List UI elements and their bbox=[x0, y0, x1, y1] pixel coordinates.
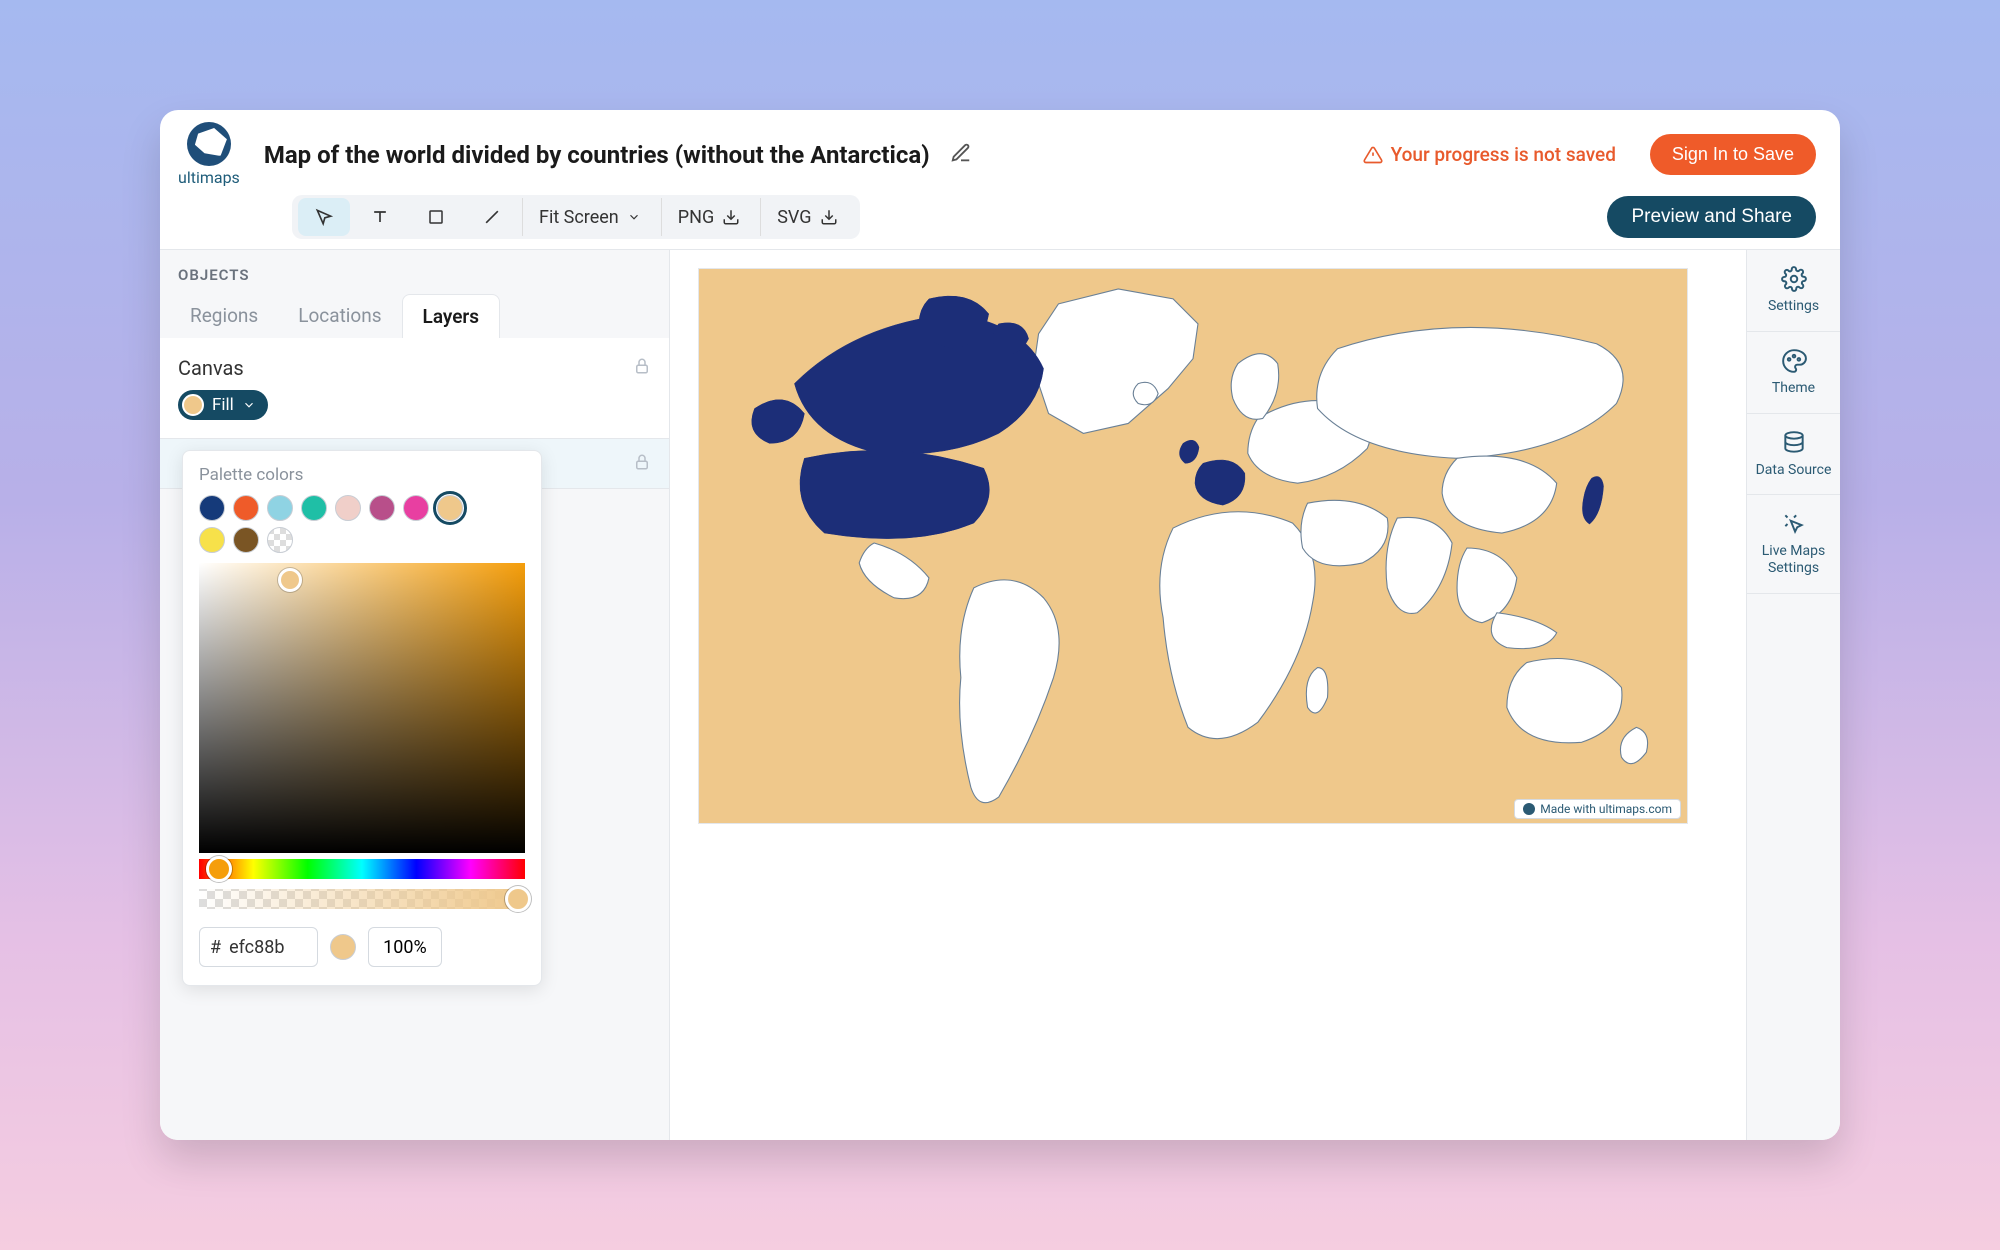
saturation-value-area[interactable] bbox=[199, 563, 525, 853]
palette-swatch[interactable] bbox=[403, 495, 429, 521]
download-icon bbox=[722, 208, 740, 226]
map-attribution[interactable]: Made with ultimaps.com bbox=[1514, 799, 1681, 819]
palette-swatch[interactable] bbox=[199, 527, 225, 553]
palette-swatch[interactable] bbox=[267, 495, 293, 521]
hue-slider[interactable] bbox=[199, 859, 525, 879]
palette-swatch[interactable] bbox=[301, 495, 327, 521]
zoom-select[interactable]: Fit Screen bbox=[522, 198, 657, 236]
rail-settings[interactable]: Settings bbox=[1747, 250, 1840, 332]
lock-icon[interactable] bbox=[633, 453, 651, 475]
export-png-label: PNG bbox=[678, 207, 714, 228]
rail-data-source[interactable]: Data Source bbox=[1747, 414, 1840, 496]
lock-icon[interactable] bbox=[633, 356, 651, 380]
color-picker-popover: Palette colors # 1 bbox=[182, 450, 542, 986]
objects-header: OBJECTS bbox=[160, 250, 669, 294]
hex-input[interactable] bbox=[229, 937, 307, 958]
right-rail: Settings Theme Data Source Live Maps Set… bbox=[1746, 250, 1840, 1140]
app-window: ultimaps Map of the world divided by cou… bbox=[160, 110, 1840, 1140]
sv-handle[interactable] bbox=[278, 568, 302, 592]
palette-swatch[interactable] bbox=[199, 495, 225, 521]
database-icon bbox=[1781, 430, 1807, 456]
map-stage: Made with ultimaps.com bbox=[670, 250, 1746, 1140]
globe-icon bbox=[1523, 803, 1535, 815]
globe-icon bbox=[187, 122, 231, 166]
objects-sidebar: OBJECTS Regions Locations Layers Canvas … bbox=[160, 250, 670, 1140]
palette-swatch[interactable] bbox=[335, 495, 361, 521]
gear-icon bbox=[1781, 266, 1807, 292]
rail-live-label: Live Maps Settings bbox=[1751, 543, 1836, 577]
warning-icon bbox=[1363, 145, 1383, 165]
cursor-tool[interactable] bbox=[298, 198, 350, 236]
hex-row: # 100% bbox=[199, 927, 525, 967]
rect-tool[interactable] bbox=[410, 198, 462, 236]
document-title: Map of the world divided by countries (w… bbox=[264, 141, 930, 169]
tool-group: Fit Screen PNG SVG bbox=[292, 195, 860, 239]
opacity-display[interactable]: 100% bbox=[368, 927, 442, 967]
fill-label: Fill bbox=[212, 395, 234, 415]
signin-button[interactable]: Sign In to Save bbox=[1650, 134, 1816, 175]
object-tabs: Regions Locations Layers bbox=[160, 294, 669, 338]
rail-settings-label: Settings bbox=[1768, 298, 1819, 315]
palette-swatch[interactable] bbox=[233, 495, 259, 521]
picker-title: Palette colors bbox=[199, 465, 525, 485]
export-svg-label: SVG bbox=[777, 207, 811, 228]
warning-text: Your progress is not saved bbox=[1391, 143, 1616, 166]
current-color-swatch[interactable] bbox=[330, 934, 356, 960]
hex-prefix: # bbox=[210, 937, 221, 958]
hue-handle[interactable] bbox=[206, 856, 232, 882]
palette-swatch[interactable] bbox=[267, 527, 293, 553]
chevron-down-icon bbox=[627, 210, 641, 224]
export-png-button[interactable]: PNG bbox=[661, 198, 756, 236]
palette-icon bbox=[1781, 348, 1807, 374]
rail-data-label: Data Source bbox=[1756, 462, 1832, 479]
alpha-handle[interactable] bbox=[505, 886, 531, 912]
rail-live-maps[interactable]: Live Maps Settings bbox=[1747, 495, 1840, 594]
fill-swatch-icon bbox=[182, 394, 204, 416]
layers-panel: Canvas Fill bbox=[160, 338, 669, 439]
hex-input-group: # bbox=[199, 927, 318, 967]
palette-swatch[interactable] bbox=[437, 495, 463, 521]
brand-text: ultimaps bbox=[178, 168, 240, 187]
map-canvas[interactable]: Made with ultimaps.com bbox=[698, 268, 1688, 824]
attribution-text: Made with ultimaps.com bbox=[1540, 802, 1672, 816]
main-body: OBJECTS Regions Locations Layers Canvas … bbox=[160, 249, 1840, 1140]
tab-locations[interactable]: Locations bbox=[278, 294, 401, 338]
palette-swatch[interactable] bbox=[233, 527, 259, 553]
canvas-label: Canvas bbox=[178, 356, 244, 380]
palette-row bbox=[199, 495, 525, 521]
export-svg-button[interactable]: SVG bbox=[760, 198, 853, 236]
text-tool[interactable] bbox=[354, 198, 406, 236]
header-bar: ultimaps Map of the world divided by cou… bbox=[160, 110, 1840, 195]
palette-row bbox=[199, 527, 525, 553]
preview-share-button[interactable]: Preview and Share bbox=[1607, 196, 1816, 238]
download-icon bbox=[820, 208, 838, 226]
cursor-click-icon bbox=[1781, 511, 1807, 537]
line-tool[interactable] bbox=[466, 198, 518, 236]
alpha-slider[interactable] bbox=[199, 889, 525, 909]
chevron-down-icon bbox=[242, 398, 256, 412]
rail-theme[interactable]: Theme bbox=[1747, 332, 1840, 414]
toolbar: Fit Screen PNG SVG Preview and Share bbox=[160, 195, 1840, 249]
edit-title-icon[interactable] bbox=[950, 142, 972, 168]
tab-layers[interactable]: Layers bbox=[402, 294, 500, 338]
zoom-label: Fit Screen bbox=[539, 207, 619, 228]
fill-chip[interactable]: Fill bbox=[178, 390, 268, 420]
unsaved-warning: Your progress is not saved bbox=[1363, 143, 1616, 166]
rail-theme-label: Theme bbox=[1772, 380, 1815, 397]
tab-regions[interactable]: Regions bbox=[170, 294, 278, 338]
brand-logo[interactable]: ultimaps bbox=[178, 122, 240, 187]
palette-swatch[interactable] bbox=[369, 495, 395, 521]
